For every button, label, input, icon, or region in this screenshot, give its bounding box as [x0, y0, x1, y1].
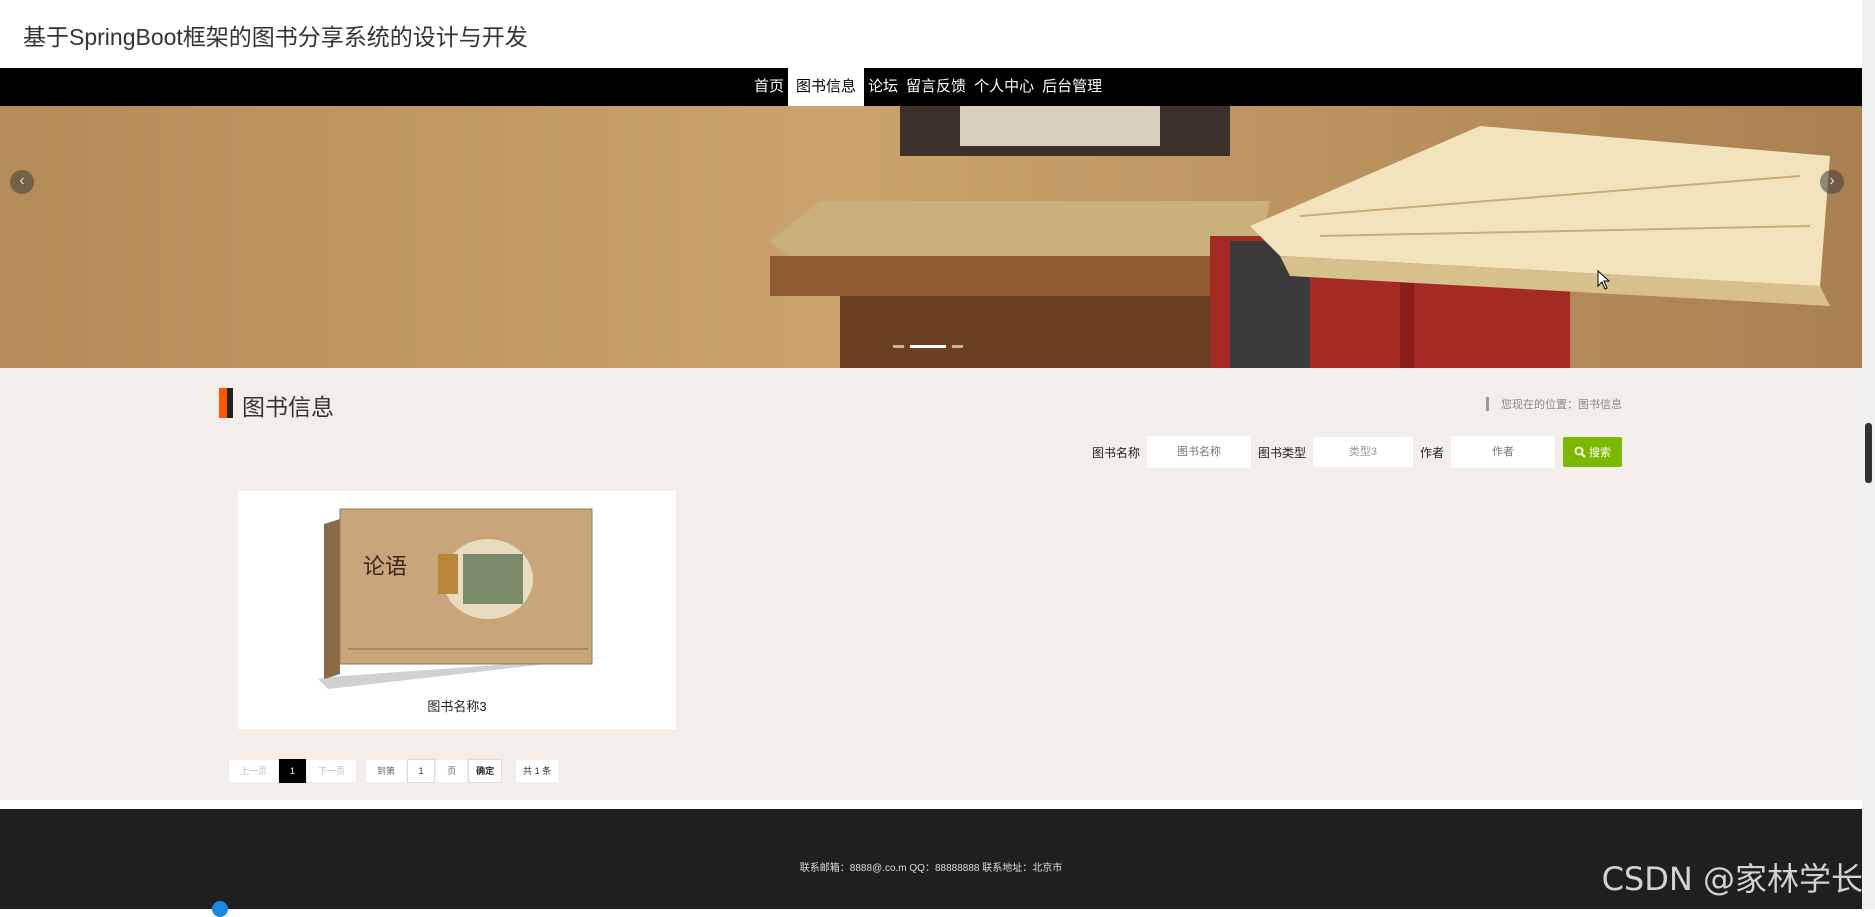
- pagination: 上一页 1 下一页 到第 1 页 确定 共 1 条: [228, 759, 559, 783]
- author-label: 作者: [1419, 445, 1444, 460]
- breadcrumb-text: 您现在的位置：图书信息: [1501, 399, 1622, 411]
- search-form: 图书名称 图书类型 类型3 作者 搜索: [1085, 436, 1622, 468]
- mouse-cursor-icon: [1597, 270, 1611, 290]
- book-cover-image: 论语: [318, 508, 608, 689]
- section-title: 图书信息: [242, 394, 334, 420]
- section-marker: [219, 388, 233, 418]
- floating-badge-icon[interactable]: [212, 901, 228, 917]
- search-button[interactable]: 搜索: [1563, 437, 1622, 467]
- banner-dot[interactable]: [893, 345, 904, 348]
- book-type-select[interactable]: 类型3: [1312, 437, 1413, 467]
- breadcrumb-bar: [1486, 397, 1489, 411]
- site-footer: 联系邮箱：8888@.co.m QQ：88888888 联系地址：北京市: [0, 809, 1862, 917]
- banner-carousel[interactable]: ‹ ›: [0, 106, 1862, 368]
- nav-item-admin[interactable]: 后台管理: [1038, 68, 1106, 106]
- nav-item-feedback[interactable]: 留言反馈: [902, 68, 970, 106]
- book-card[interactable]: 论语 图书名称3: [238, 491, 676, 729]
- book-cover-title: 论语: [363, 555, 407, 580]
- book-name-input[interactable]: [1146, 436, 1251, 468]
- author-input[interactable]: [1451, 436, 1555, 468]
- banner-dot[interactable]: [910, 345, 946, 348]
- prev-page-button[interactable]: 上一页: [228, 759, 280, 783]
- nav-item-profile[interactable]: 个人中心: [970, 68, 1038, 106]
- site-title: 基于SpringBoot框架的图书分享系统的设计与开发: [23, 24, 528, 50]
- main-content: 图书信息 您现在的位置：图书信息 图书名称 图书类型 类型3 作者 搜索 论语: [0, 368, 1862, 800]
- search-button-label: 搜索: [1589, 447, 1611, 459]
- content-bottom-strip: [0, 800, 1862, 809]
- book-title: 图书名称3: [427, 699, 487, 714]
- banner-dots: [893, 345, 963, 348]
- goto-page-input[interactable]: 1: [407, 759, 436, 783]
- breadcrumb: 您现在的位置：图书信息: [1486, 396, 1622, 412]
- nav-items: 首页 图书信息 论坛 留言反馈 个人中心 后台管理: [750, 68, 1106, 106]
- scrollbar-thumb[interactable]: [1865, 423, 1872, 483]
- page-scrollbar[interactable]: [1862, 0, 1875, 909]
- watermark-text: CSDN @家林学长: [1601, 860, 1863, 898]
- banner-prev-button[interactable]: ‹: [10, 170, 34, 194]
- search-icon: [1574, 446, 1586, 458]
- nav-item-home[interactable]: 首页: [750, 68, 788, 106]
- next-page-button[interactable]: 下一页: [306, 759, 358, 783]
- nav-item-books[interactable]: 图书信息: [788, 68, 865, 106]
- book-type-label: 图书类型: [1257, 445, 1306, 460]
- page-number-current[interactable]: 1: [279, 759, 307, 783]
- main-nav: 首页 图书信息 论坛 留言反馈 个人中心 后台管理: [0, 68, 1862, 106]
- banner-image: [0, 106, 1862, 368]
- goto-suffix: 页: [435, 759, 469, 783]
- banner-next-button[interactable]: ›: [1820, 170, 1844, 194]
- site-header: 基于SpringBoot框架的图书分享系统的设计与开发: [0, 0, 1862, 68]
- footer-contact: 联系邮箱：8888@.co.m QQ：88888888 联系地址：北京市: [799, 863, 1063, 874]
- nav-item-forum[interactable]: 论坛: [864, 68, 902, 106]
- banner-dot[interactable]: [952, 345, 963, 348]
- goto-prefix: 到第: [365, 759, 408, 783]
- total-count: 共 1 条: [516, 760, 559, 782]
- book-name-label: 图书名称: [1091, 445, 1140, 460]
- goto-confirm-button[interactable]: 确定: [468, 759, 503, 783]
